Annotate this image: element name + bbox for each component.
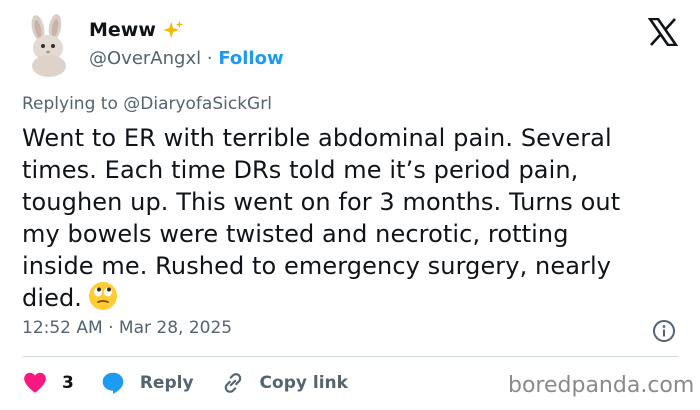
like-button[interactable]: 3: [22, 370, 74, 396]
x-logo-icon[interactable]: [648, 18, 678, 46]
tweet-text: Went to ER with terrible abdominal pain.…: [22, 122, 682, 314]
tweet-time[interactable]: 12:52 AM: [22, 318, 103, 338]
divider: [22, 356, 678, 357]
bunny-avatar-icon: [31, 14, 66, 77]
reply-mention-link[interactable]: @DiaryofaSickGrl: [123, 94, 272, 114]
watermark: boredpanda.com: [508, 373, 695, 398]
timestamp-separator: ·: [108, 318, 114, 338]
action-bar: 3 Reply Copy link: [22, 370, 374, 396]
replying-prefix: Replying to: [22, 94, 118, 114]
link-icon: [224, 373, 241, 393]
tweet-line: toughen up. This went on for 3 months. T…: [22, 188, 621, 216]
info-icon[interactable]: [652, 319, 676, 343]
user-name-row: Meww: [89, 19, 184, 41]
timestamp-row: 12:52 AM · Mar 28, 2025: [22, 318, 232, 338]
eye-roll-emoji-icon: [89, 282, 118, 310]
reply-button[interactable]: Reply: [100, 370, 194, 396]
tweet-line: inside me. Rushed to emergency surgery, …: [22, 252, 612, 280]
replying-to: Replying to @DiaryofaSickGrl: [22, 94, 272, 114]
tweet-line: died.: [22, 284, 83, 312]
follow-button[interactable]: Follow: [218, 48, 283, 69]
tweet-last-line: died.: [22, 282, 682, 314]
tweet-line: my bowels were twisted and necrotic, rot…: [22, 220, 569, 248]
tweet-line: times. Each time DRs told me it’s period…: [22, 156, 579, 184]
tweet-line: Went to ER with terrible abdominal pain.…: [22, 124, 612, 152]
handle-row: @OverAngxl · Follow: [89, 48, 284, 69]
sparkles-icon: [162, 20, 183, 39]
like-count: 3: [62, 373, 74, 393]
speech-bubble-icon: [102, 372, 124, 394]
user-handle[interactable]: @OverAngxl: [89, 48, 201, 69]
display-name[interactable]: Meww: [89, 19, 156, 41]
copy-link-label: Copy link: [259, 373, 348, 393]
avatar[interactable]: [22, 14, 76, 78]
copy-link-button[interactable]: Copy link: [220, 370, 348, 396]
tweet-date[interactable]: Mar 28, 2025: [119, 318, 232, 338]
handle-separator: ·: [206, 48, 213, 69]
reply-label: Reply: [139, 373, 194, 393]
heart-icon: [24, 372, 46, 393]
